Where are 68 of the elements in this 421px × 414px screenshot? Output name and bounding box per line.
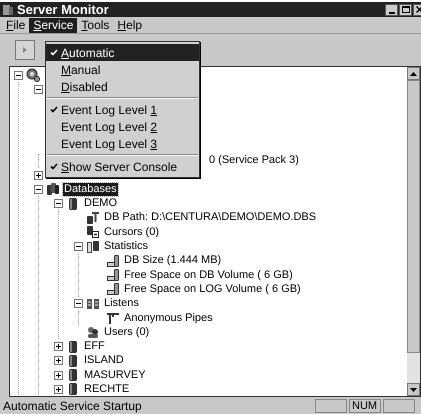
users-icon xyxy=(86,325,100,340)
menu-option[interactable]: Show Server Console xyxy=(46,158,199,175)
tree-item[interactable]: Listens xyxy=(103,297,140,310)
tree-item[interactable]: MASURVEY xyxy=(83,368,147,382)
minimize-icon xyxy=(388,12,394,14)
listens-icon xyxy=(86,296,100,311)
statistics-icon xyxy=(86,240,100,254)
tree-item[interactable]: DB Size (1.444 MB) xyxy=(123,254,222,268)
cursors-icon xyxy=(86,225,100,240)
menu-option[interactable]: Automatic xyxy=(46,44,199,61)
status-indicator: NUM xyxy=(349,399,381,413)
collapse-icon[interactable] xyxy=(34,84,42,94)
tree-item[interactable]: Users (0) xyxy=(103,326,150,339)
menu-option[interactable]: Disabled xyxy=(46,78,199,95)
expand-icon[interactable] xyxy=(54,384,62,394)
status-message: Automatic Service Startup xyxy=(2,398,143,414)
tree-item[interactable]: DB Path: D:\CENTURA\DEMO\DEMO.DBS xyxy=(103,211,318,224)
close-icon xyxy=(416,6,421,13)
scrollbar[interactable] xyxy=(407,67,420,396)
expand-icon[interactable] xyxy=(54,370,62,380)
maximize-icon xyxy=(402,6,410,13)
tree-item[interactable]: Cursors (0) xyxy=(103,226,160,239)
toolbar-button[interactable] xyxy=(15,40,35,60)
scroll-up-button[interactable] xyxy=(407,67,420,80)
tree-item[interactable]: Free Space on LOG Volume ( 6 GB) xyxy=(123,282,302,296)
status-panel xyxy=(315,399,347,413)
pipe-icon xyxy=(106,311,120,325)
menu-option[interactable]: Event Log Level 2 xyxy=(46,118,199,135)
tree-item[interactable]: ISLAND xyxy=(83,354,125,368)
expand-icon[interactable] xyxy=(54,356,62,366)
collapse-icon[interactable] xyxy=(74,242,82,252)
disk-icon xyxy=(106,254,120,268)
scroll-thumb[interactable] xyxy=(407,80,420,353)
database-path-icon xyxy=(86,210,100,225)
collapse-icon[interactable] xyxy=(54,199,62,208)
collapse-icon[interactable] xyxy=(34,184,42,194)
tree-item[interactable]: Free Space on DB Volume ( 6 GB) xyxy=(123,268,294,282)
disk-icon xyxy=(106,268,120,282)
maximize-button[interactable] xyxy=(399,4,412,16)
window-title: Server Monitor xyxy=(17,2,109,17)
collapse-icon[interactable] xyxy=(14,70,22,80)
menu-option[interactable]: Manual xyxy=(46,61,199,78)
tree-item[interactable]: 0 (Service Pack 3) xyxy=(208,154,300,168)
collapse-icon[interactable] xyxy=(74,299,82,308)
menu-item[interactable]: Tools xyxy=(77,18,114,32)
tree-item[interactable]: DEMO xyxy=(83,197,118,210)
scroll-down-button[interactable] xyxy=(407,383,420,396)
up-arrow-icon xyxy=(410,72,417,76)
databases-icon xyxy=(46,182,60,196)
tree-item[interactable]: Statistics xyxy=(103,240,150,254)
server-icon xyxy=(2,4,14,16)
minimize-button[interactable] xyxy=(385,4,398,16)
play-icon xyxy=(22,46,28,54)
tree-item[interactable]: Databases xyxy=(63,182,118,196)
expand-icon[interactable] xyxy=(34,170,42,180)
gears-icon xyxy=(26,68,40,82)
tree-item[interactable]: Anonymous Pipes xyxy=(123,312,214,324)
status-panel xyxy=(383,399,415,413)
expand-icon[interactable] xyxy=(54,342,62,352)
menu-item[interactable]: Service xyxy=(29,18,78,32)
tree-item[interactable]: RECHTE xyxy=(83,382,130,396)
menu-item[interactable]: Help xyxy=(113,18,146,32)
down-arrow-icon xyxy=(410,388,417,392)
disk-icon xyxy=(106,282,120,296)
menu-option[interactable]: Event Log Level 3 xyxy=(46,135,199,152)
menu-item[interactable]: File xyxy=(2,18,30,32)
tree-item[interactable]: EFF xyxy=(83,340,106,354)
menu-option[interactable]: Event Log Level 1 xyxy=(46,101,199,118)
